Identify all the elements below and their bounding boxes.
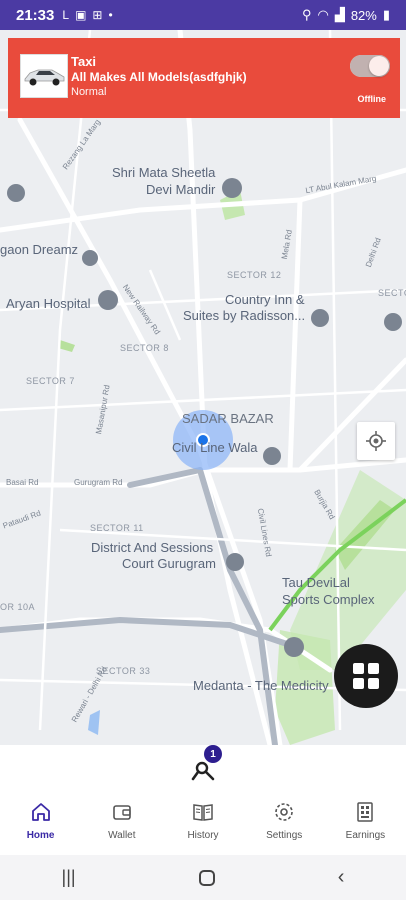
battery-icon: ▮ [382, 7, 390, 22]
map-label-gaon-dreamz: gaon Dreamz [0, 242, 79, 257]
earnings-icon [353, 800, 377, 824]
vehicle-info: Taxi All Makes All Models(asdfghjk) Norm… [71, 54, 247, 99]
map-label-sector-8: SECTOR 8 [120, 343, 169, 353]
menu-grid-button[interactable] [334, 644, 398, 708]
nav-wallet[interactable]: Wallet [81, 800, 162, 850]
vehicle-type: Taxi [71, 54, 97, 69]
vehicle-model: All Makes All Models(asdfghjk) [71, 70, 247, 84]
map-label-sector-12: SECTOR 12 [227, 270, 282, 280]
map-label-sector-11: SECTOR 11 [90, 523, 144, 533]
request-count-badge: 1 [204, 745, 222, 763]
status-right-icons: ⚲ ◠ ▟ 82% ▮ [302, 7, 390, 23]
map-label-court-gurugram: Court Gurugram [122, 556, 216, 571]
notification-l-icon: L [62, 8, 70, 22]
app-screen: 21:33 L ▣ ⊞ • ⚲ ◠ ▟ 82% ▮ Shri Mata Shee… [0, 0, 406, 900]
battery-level: 82% [350, 7, 377, 23]
settings-icon [272, 800, 296, 824]
bottom-navigation: Home Wallet History Settings Earnings [0, 800, 406, 850]
home-system-button[interactable] [198, 869, 215, 886]
map-label-devi-mandir: Devi Mandir [146, 182, 216, 197]
map-label-sadar-bazar: SADAR BAZAR [182, 411, 274, 426]
map-roads [0, 30, 406, 745]
crosshair-icon [366, 431, 386, 451]
map-label-sheetla: Shri Mata Sheetla [112, 165, 216, 180]
history-icon [191, 800, 215, 824]
home-icon [29, 800, 53, 824]
online-status-label: Offline [357, 94, 387, 104]
dot-icon: • [108, 8, 113, 22]
status-time: 21:33 [16, 6, 55, 24]
map-label-medanta: Medanta - The Medicity [193, 678, 329, 693]
nav-settings-label: Settings [266, 830, 303, 841]
signal-icon: ▟ [334, 7, 345, 22]
nav-home-label: Home [26, 830, 55, 841]
toggle-knob [369, 56, 389, 76]
map-label-gurugram-rd: Gurugram Rd [74, 478, 123, 487]
nav-earnings-label: Earnings [345, 830, 386, 841]
wallet-icon [110, 800, 134, 824]
status-left-icons: L ▣ ⊞ • [62, 8, 112, 22]
recents-button[interactable]: ||| [62, 867, 76, 888]
status-bar: 21:33 L ▣ ⊞ • ⚲ ◠ ▟ 82% ▮ [0, 0, 406, 30]
system-navigation-bar: ||| ‹ [0, 855, 406, 900]
nav-wallet-label: Wallet [108, 830, 136, 841]
location-icon: ⚲ [301, 7, 312, 22]
map-label-sector-10a: OR 10A [0, 602, 36, 612]
car-image [20, 54, 68, 98]
map-label-sector-right: SECTOR [378, 288, 406, 298]
map-label-civil-line-wala: Civil Line Wala [172, 440, 258, 455]
map-label-aryan-hospital: Aryan Hospital [6, 296, 91, 311]
map-label-tau-devilal: Tau DeviLal [282, 575, 350, 590]
map-view[interactable]: Shri Mata Sheetla Devi Mandir gaon Dream… [0, 30, 406, 745]
vehicle-class: Normal [71, 86, 107, 98]
online-toggle[interactable] [350, 55, 390, 77]
map-label-basai-rd: Basai Rd [6, 478, 39, 487]
nav-settings[interactable]: Settings [244, 800, 325, 850]
grid-icon: ⊞ [92, 8, 103, 22]
map-label-district-sessions: District And Sessions [91, 540, 214, 555]
my-location-button[interactable] [357, 422, 395, 460]
driver-status-card: Taxi All Makes All Models(asdfghjk) Norm… [8, 38, 400, 118]
map-label-suites: Suites by Radisson... [183, 308, 306, 323]
grid-icon [353, 663, 379, 689]
nav-home[interactable]: Home [0, 800, 81, 850]
nav-history-label: History [187, 830, 219, 841]
nav-history[interactable]: History [162, 800, 243, 850]
wifi-icon: ◠ [317, 7, 329, 22]
map-label-sector-7: SECTOR 7 [26, 376, 75, 386]
nav-earnings[interactable]: Earnings [325, 800, 406, 850]
map-label-country-inn: Country Inn & [225, 292, 305, 307]
map-label-sports-complex: Sports Complex [282, 592, 375, 607]
image-icon: ▣ [75, 8, 87, 22]
back-button[interactable]: ‹ [338, 866, 345, 889]
